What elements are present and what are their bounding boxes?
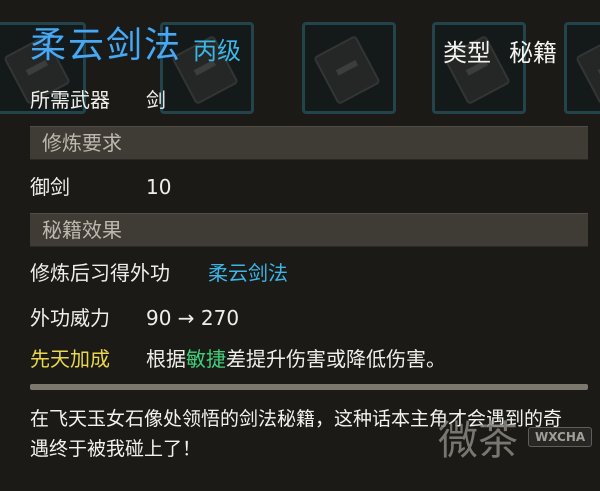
skill-power-value: 90 → 270: [146, 306, 240, 330]
section-header-effects: 秘籍效果: [30, 213, 588, 247]
innate-bonus-label: 先天加成: [30, 347, 110, 371]
type-value: 秘籍: [509, 39, 557, 67]
section-header-requirements: 修炼要求: [30, 126, 588, 160]
skill-power-label: 外功威力: [30, 306, 110, 330]
inventory-slot: [302, 22, 396, 114]
inventory-slot: [564, 22, 600, 114]
item-grade: 丙级: [193, 37, 241, 65]
required-weapon-value: 剑: [146, 88, 166, 112]
section-header-label: 秘籍效果: [42, 218, 122, 242]
watermark: 微茶 WXCHA: [438, 413, 593, 479]
book-icon: [313, 34, 381, 106]
innate-text-after: 差提升伤害或降低伤害。: [226, 347, 446, 371]
innate-bonus-text: 根据敏捷差提升伤害或降低伤害。: [146, 345, 446, 373]
item-tooltip-panel: 柔云剑法 丙级 类型 秘籍 所需武器 剑 修炼要求 御剑 10 秘籍效果 修炼后…: [0, 0, 600, 491]
type-label: 类型: [443, 39, 491, 67]
inventory-slot: [432, 22, 526, 114]
learned-skill-link[interactable]: 柔云剑法: [208, 259, 288, 287]
divider: [30, 384, 588, 390]
item-title: 柔云剑法: [30, 25, 183, 66]
innate-text-before: 根据: [146, 347, 186, 371]
innate-highlight: 敏捷: [186, 347, 226, 371]
learned-skill-label: 修炼后习得外功: [30, 261, 170, 285]
book-icon: [575, 34, 600, 106]
section-header-label: 修炼要求: [42, 131, 122, 155]
watermark-tag: WXCHA: [528, 427, 593, 447]
requirement-value: 10: [146, 175, 172, 199]
watermark-text: 微茶: [438, 418, 518, 464]
requirement-label: 御剑: [30, 175, 70, 199]
required-weapon-label: 所需武器: [30, 88, 110, 112]
